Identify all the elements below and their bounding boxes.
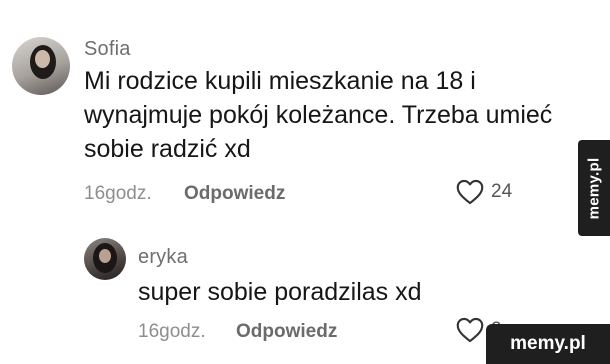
watermark-corner-logo: memy.pl [486,324,610,364]
watermark-side-text: memy.pl [585,157,603,219]
like-count: 24 [491,181,513,202]
comment-sofia: Sofia Mi rodzice kupili mieszkanie na 18… [0,0,610,230]
comment-username[interactable]: eryka [138,246,188,269]
comment-text: Mi rodzice kupili mieszkanie na 18 i wyn… [84,67,553,163]
like-button[interactable]: 24 [456,179,512,205]
heart-outline-icon [456,179,484,205]
avatar-face [99,249,111,263]
watermark-side-logo: memy.pl [578,140,610,236]
reply-button[interactable]: Odpowiedz [184,183,285,205]
watermark-corner-text: memy.pl [510,333,586,354]
comment-username[interactable]: Sofia [84,38,131,61]
reply-button[interactable]: Odpowiedz [236,321,337,343]
avatar[interactable] [12,37,70,95]
avatar[interactable] [84,238,126,280]
comment-time: 16godz. [84,183,152,204]
comment-text: super sobie poradzilas xd [138,278,422,306]
heart-outline-icon [456,317,484,343]
avatar-face [35,50,50,68]
comment-time: 16godz. [138,321,206,342]
